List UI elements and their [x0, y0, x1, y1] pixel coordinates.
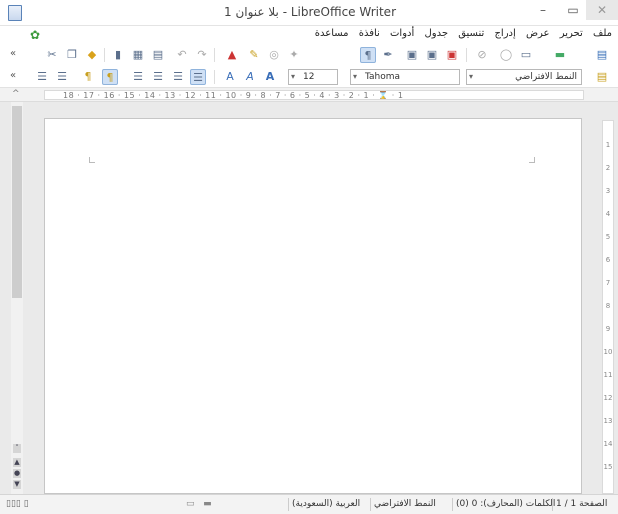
ruler-scale: 18 · 17 · 16 · 15 · 14 · 13 · 12 · 11 · … — [44, 90, 584, 100]
menu-items: ملف تحرير عرض إدراج تنسيق جدول أدوات ناف… — [308, 28, 612, 39]
vruler-number: 1 — [605, 141, 611, 149]
bold-icon[interactable]: A — [262, 69, 278, 85]
selection-mode-icon[interactable]: ▭ ▬ — [186, 499, 212, 509]
spellcheck-icon[interactable]: ▲ — [224, 47, 240, 63]
menu-edit[interactable]: تحرير — [560, 28, 583, 39]
open-icon[interactable]: ▬ — [552, 47, 568, 63]
vruler-number: 14 — [603, 440, 613, 448]
vruler-number: 6 — [605, 256, 611, 264]
align-justify-icon[interactable]: ☰ — [130, 69, 146, 85]
vruler-number: 2 — [605, 164, 611, 172]
vruler-number: 4 — [605, 210, 611, 218]
status-language[interactable]: العربية (السعودية) — [292, 499, 360, 509]
view-layout-icon[interactable]: ▯▯▯ ▯ — [6, 499, 29, 509]
status-word-count[interactable]: الكلمات (المحارف): 0 (0) — [456, 499, 555, 509]
font-size-combo[interactable]: ▾ 12 — [288, 69, 338, 85]
paste-icon[interactable]: ◆ — [84, 47, 100, 63]
chevron-down-icon: ▾ — [469, 72, 474, 81]
text-direction-rtl-icon[interactable]: ¶ — [102, 69, 118, 85]
minimize-button[interactable]: – — [530, 0, 556, 20]
writer-app-icon[interactable] — [8, 5, 22, 21]
text-boundary-corner-left — [89, 157, 95, 163]
vruler-number: 3 — [605, 187, 611, 195]
vruler-number: 8 — [605, 302, 611, 310]
numbering-icon[interactable]: ☰ — [34, 69, 50, 85]
chevron-up-icon[interactable]: ^ — [12, 89, 20, 99]
formatting-overflow-icon[interactable]: « — [10, 70, 16, 81]
email-icon[interactable]: ◯ — [498, 47, 514, 63]
vertical-ruler[interactable]: 1 2 3 4 5 6 7 8 9 10 11 12 13 14 15 — [602, 120, 614, 494]
vruler-number: 10 — [603, 348, 613, 356]
redo-icon[interactable]: ↷ — [194, 47, 210, 63]
table-icon[interactable]: ▦ — [130, 47, 146, 63]
new-document-icon[interactable]: ▤ — [594, 47, 610, 63]
vruler-number: 7 — [605, 279, 611, 287]
italic-icon[interactable]: A — [242, 69, 258, 85]
vruler-number: 11 — [603, 371, 613, 379]
print-icon[interactable]: ▣ — [424, 47, 440, 63]
menu-view[interactable]: عرض — [526, 28, 550, 39]
menu-help[interactable]: مساعدة — [315, 28, 349, 39]
scrollbar-thumb[interactable] — [12, 106, 22, 298]
toolbar-overflow-icon[interactable]: « — [10, 48, 16, 59]
document-close-icon[interactable]: ✿ — [30, 28, 40, 42]
scroll-down-icon[interactable]: ˅ — [13, 444, 21, 453]
menu-tools[interactable]: أدوات — [390, 28, 414, 39]
hyperlink-icon[interactable]: ✎ — [246, 47, 262, 63]
menu-window[interactable]: نافذة — [359, 28, 380, 39]
maximize-button[interactable]: ▭ — [560, 0, 586, 20]
formatting-toolbar: « ☰ ☰ ¶ ¶ ☰ ☰ ☰ ☰ A A A ▾ 12 ▾ Tahoma ▾ … — [0, 66, 618, 88]
menu-table[interactable]: جدول — [424, 28, 448, 39]
horizontal-ruler[interactable]: ^ 18 · 17 · 16 · 15 · 14 · 13 · 12 · 11 … — [0, 88, 618, 102]
clone-format-icon[interactable]: ▮ — [110, 47, 126, 63]
vruler-number: 13 — [603, 417, 613, 425]
document-page[interactable] — [44, 118, 582, 494]
chart-icon[interactable]: ▤ — [150, 47, 166, 63]
font-name-combo[interactable]: ▾ Tahoma — [350, 69, 460, 85]
underline-icon[interactable]: A — [222, 69, 238, 85]
draw-functions-icon[interactable]: ✒ — [380, 47, 396, 63]
previous-page-icon[interactable]: ▲ — [13, 458, 21, 467]
chevron-down-icon: ▾ — [291, 72, 296, 81]
text-direction-ltr-icon[interactable]: ¶ — [80, 69, 96, 85]
align-right-icon[interactable]: ☰ — [150, 69, 166, 85]
edit-mode-icon[interactable]: ⊘ — [474, 47, 490, 63]
vruler-number: 12 — [603, 394, 613, 402]
align-left-icon[interactable]: ☰ — [190, 69, 206, 85]
navigator-icon[interactable]: ◎ — [266, 47, 282, 63]
text-boundary-corner-right — [529, 157, 535, 163]
formatting-marks-icon[interactable]: ¶ — [360, 47, 376, 63]
undo-icon[interactable]: ↶ — [174, 47, 190, 63]
styles-icon[interactable]: ▤ — [594, 69, 610, 85]
save-icon[interactable]: ▭ — [518, 47, 534, 63]
vertical-scrollbar[interactable]: ˅ ▲ ● ▼ — [11, 102, 23, 494]
find-icon[interactable]: ▣ — [404, 47, 420, 63]
title-bar: بلا عنوان 1 - LibreOffice Writer – ▭ ✕ — [0, 0, 618, 26]
next-page-icon[interactable]: ▼ — [13, 480, 21, 489]
window-title: بلا عنوان 1 - LibreOffice Writer — [223, 5, 396, 19]
paragraph-style-combo[interactable]: ▾ النمط الافتراضي — [466, 69, 582, 85]
pdf-export-icon[interactable]: ▣ — [444, 47, 460, 63]
cut-icon[interactable]: ✂ — [44, 47, 60, 63]
status-bar: ▯▯▯ ▯ ▭ ▬ العربية (السعودية) النمط الافت… — [0, 494, 618, 514]
status-page-style[interactable]: النمط الافتراضي — [374, 499, 436, 509]
menu-file[interactable]: ملف — [593, 28, 612, 39]
close-button[interactable]: ✕ — [586, 0, 618, 20]
navigation-icon[interactable]: ● — [13, 469, 21, 478]
gallery-icon[interactable]: ✦ — [286, 47, 302, 63]
status-page-number[interactable]: الصفحة 1 / 1 — [556, 499, 607, 509]
menu-bar: ✿ ملف تحرير عرض إدراج تنسيق جدول أدوات ن… — [0, 26, 618, 44]
menu-format[interactable]: تنسيق — [458, 28, 484, 39]
vruler-number: 5 — [605, 233, 611, 241]
copy-icon[interactable]: ❐ — [64, 47, 80, 63]
align-center-icon[interactable]: ☰ — [170, 69, 186, 85]
chevron-down-icon: ▾ — [353, 72, 358, 81]
vruler-number: 9 — [605, 325, 611, 333]
vruler-number: 15 — [603, 463, 613, 471]
standard-toolbar: « ✂ ❐ ◆ ▮ ▦ ▤ ↶ ↷ ▲ ✎ ◎ ✦ ¶ ✒ ▣ ▣ ▣ ⊘ ◯ … — [0, 44, 618, 66]
document-workspace: ˅ ▲ ● ▼ 1 2 3 4 5 6 7 8 9 10 11 12 13 14 15 — [0, 102, 618, 494]
bullets-icon[interactable]: ☰ — [54, 69, 70, 85]
menu-insert[interactable]: إدراج — [494, 28, 515, 39]
